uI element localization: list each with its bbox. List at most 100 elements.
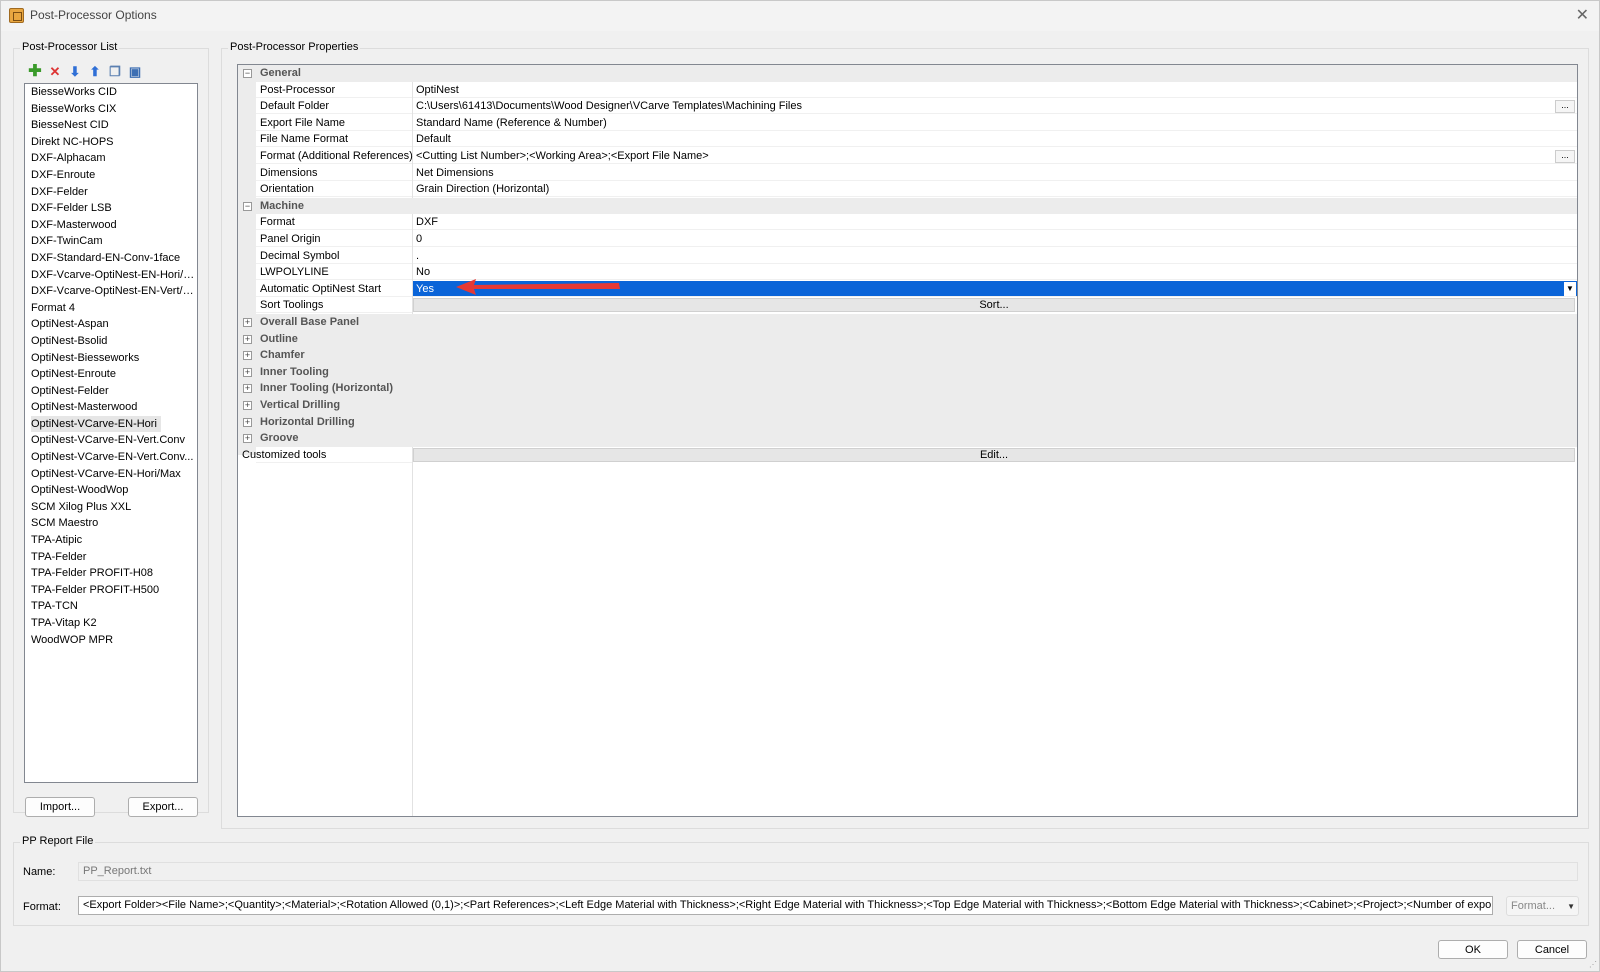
property-value[interactable]: .: [413, 248, 1577, 264]
delete-icon[interactable]: ✕: [48, 65, 62, 79]
browse-button[interactable]: ...: [1555, 100, 1575, 114]
ok-button[interactable]: OK: [1438, 940, 1508, 959]
property-row[interactable]: LWPOLYLINE No: [238, 264, 1577, 281]
property-value[interactable]: Standard Name (Reference & Number): [413, 115, 1577, 131]
list-item[interactable]: WoodWOP MPR: [25, 632, 197, 649]
property-row[interactable]: Format (Additional References) <Cutting L…: [238, 148, 1577, 165]
close-icon[interactable]: ✕: [1576, 5, 1589, 25]
move-down-icon[interactable]: ⬇: [68, 65, 82, 79]
edit-button[interactable]: Edit...: [413, 447, 1575, 462]
category-row[interactable]: + Chamfer: [238, 347, 1577, 364]
expand-icon[interactable]: +: [243, 384, 252, 394]
expand-icon[interactable]: +: [243, 318, 252, 327]
list-item[interactable]: DXF-Masterwood: [25, 217, 197, 234]
list-item[interactable]: DXF-Standard-EN-Conv-1face: [25, 250, 197, 267]
property-row[interactable]: Format DXF: [238, 214, 1577, 231]
list-item[interactable]: Direkt NC-HOPS: [25, 134, 197, 151]
list-item[interactable]: TPA-Felder PROFIT-H500: [25, 582, 197, 599]
list-item[interactable]: TPA-Atipic: [25, 532, 197, 549]
list-item[interactable]: DXF-Vcarve-OptiNest-EN-Hori/R...: [25, 267, 197, 284]
expand-icon[interactable]: +: [243, 417, 252, 427]
list-item[interactable]: DXF-Vcarve-OptiNest-EN-Vert/R...: [25, 283, 197, 300]
category-row[interactable]: + Vertical Drilling: [238, 397, 1577, 414]
expand-icon[interactable]: +: [243, 434, 252, 444]
list-item[interactable]: Format 4: [25, 300, 197, 317]
report-name-field[interactable]: PP_Report.txt: [78, 862, 1578, 881]
move-up-icon[interactable]: ⬆: [88, 65, 102, 79]
property-value[interactable]: C:\Users\61413\Documents\Wood Designer\V…: [413, 98, 1577, 115]
list-item[interactable]: BiesseWorks CIX: [25, 101, 197, 118]
list-item[interactable]: OptiNest-Aspan: [25, 316, 197, 333]
list-item[interactable]: TPA-Vitap K2: [25, 615, 197, 632]
list-item[interactable]: DXF-TwinCam: [25, 233, 197, 250]
format-dropdown-button[interactable]: Format... ▼: [1506, 896, 1579, 916]
expand-icon[interactable]: +: [243, 367, 252, 377]
list-item[interactable]: DXF-Enroute: [25, 167, 197, 184]
expand-icon[interactable]: +: [243, 351, 252, 361]
property-row[interactable]: Dimensions Net Dimensions: [238, 165, 1577, 182]
import-button[interactable]: Import...: [25, 797, 95, 817]
property-value[interactable]: DXF: [413, 214, 1577, 231]
list-item[interactable]: SCM Xilog Plus XXL: [25, 499, 197, 516]
property-value[interactable]: Grain Direction (Horizontal): [413, 181, 1577, 198]
collapse-icon[interactable]: −: [243, 201, 252, 211]
property-row[interactable]: Sort Toolings Sort...: [238, 297, 1577, 314]
property-row[interactable]: Customized tools Edit...: [238, 447, 1577, 464]
copy-icon[interactable]: ❐: [108, 65, 122, 79]
list-item[interactable]: OptiNest-Masterwood: [25, 399, 197, 416]
property-value[interactable]: Net Dimensions: [413, 165, 1577, 181]
list-item[interactable]: OptiNest-Biesseworks: [25, 350, 197, 367]
expand-icon[interactable]: +: [243, 334, 252, 344]
list-item[interactable]: OptiNest-Bsolid: [25, 333, 197, 350]
property-row[interactable]: Default Folder C:\Users\61413\Documents\W…: [238, 98, 1577, 115]
list-item[interactable]: BiesseNest CID: [25, 117, 197, 134]
list-item[interactable]: BiesseWorks CID: [25, 84, 197, 101]
category-row[interactable]: + Overall Base Panel: [238, 314, 1577, 331]
collapse-icon[interactable]: −: [243, 69, 252, 78]
chevron-down-icon[interactable]: ▼: [1564, 281, 1576, 296]
property-grid[interactable]: − General Post-Processor OptiNest Default Fo…: [237, 64, 1578, 817]
category-row[interactable]: − Machine: [238, 197, 1577, 215]
expand-icon[interactable]: +: [243, 401, 252, 410]
list-item[interactable]: SCM Maestro: [25, 515, 197, 532]
list-item[interactable]: OptiNest-Felder: [25, 383, 197, 400]
property-value[interactable]: Default: [413, 131, 1577, 148]
list-item[interactable]: OptiNest-WoodWop: [25, 482, 197, 499]
property-row[interactable]: File Name Format Default: [238, 131, 1577, 148]
export-button[interactable]: Export...: [128, 797, 198, 817]
list-item[interactable]: TPA-Felder: [25, 549, 197, 566]
property-row[interactable]: Decimal Symbol.: [238, 248, 1577, 265]
sort-button[interactable]: Sort...: [413, 298, 1575, 313]
list-item[interactable]: OptiNest-VCarve-EN-Hori/Max: [25, 466, 197, 483]
list-item[interactable]: DXF-Felder LSB: [25, 200, 197, 217]
list-item[interactable]: TPA-TCN: [25, 598, 197, 615]
report-format-field[interactable]: <Export Folder><File Name>;<Quantity>;<M…: [78, 896, 1493, 915]
cancel-button[interactable]: Cancel: [1517, 940, 1587, 959]
category-row[interactable]: + Horizontal Drilling: [238, 413, 1577, 431]
rename-icon[interactable]: ▣: [128, 65, 142, 79]
category-row[interactable]: + Outline: [238, 330, 1577, 348]
category-row[interactable]: − General: [238, 65, 1577, 82]
property-row[interactable]: Panel Origin 0: [238, 231, 1577, 248]
add-icon[interactable]: ✚: [28, 64, 42, 80]
property-value[interactable]: OptiNest: [413, 82, 1577, 98]
property-row[interactable]: Export File Name Standard Name (Reference…: [238, 115, 1577, 132]
list-item[interactable]: OptiNest-VCarve-EN-Vert.Conv...: [25, 449, 197, 466]
browse-button[interactable]: ...: [1555, 150, 1575, 163]
list-item[interactable]: DXF-Alphacam: [25, 150, 197, 167]
list-item[interactable]: OptiNest-Enroute: [25, 366, 197, 383]
property-value[interactable]: 0: [413, 231, 1577, 247]
property-value[interactable]: <Cutting List Number>;<Working Area>;<Ex…: [413, 148, 1577, 164]
property-row[interactable]: Orientation Grain Direction (Horizontal): [238, 181, 1577, 198]
post-processor-listbox[interactable]: BiesseWorks CID BiesseWorks CIX BiesseNest…: [24, 83, 198, 783]
category-row[interactable]: + Inner Tooling: [238, 363, 1577, 381]
resize-grip-icon[interactable]: ⋰: [1589, 960, 1597, 969]
list-item[interactable]: DXF-Felder: [25, 184, 197, 201]
list-item[interactable]: TPA-Felder PROFIT-H08: [25, 565, 197, 582]
category-row[interactable]: + Inner Tooling (Horizontal): [238, 380, 1577, 397]
list-item[interactable]: OptiNest-VCarve-EN-Hori: [25, 415, 197, 433]
property-row[interactable]: Post-Processor OptiNest: [238, 82, 1577, 99]
category-row[interactable]: + Groove: [238, 430, 1577, 447]
list-item[interactable]: OptiNest-VCarve-EN-Vert.Conv: [25, 432, 197, 449]
property-row[interactable]: Automatic OptiNest Start Yes ▼: [238, 280, 1577, 298]
